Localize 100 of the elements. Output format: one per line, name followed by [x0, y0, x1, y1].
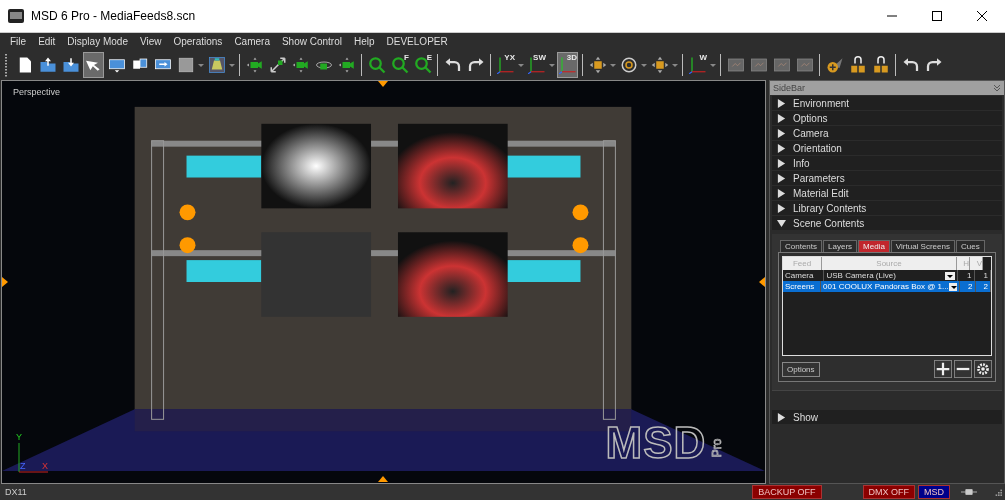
settings-icon[interactable]: [974, 360, 992, 378]
axis-label: Y: [16, 433, 22, 442]
table-cell: USB Camera (Live): [826, 270, 896, 281]
zoom-icon: [413, 56, 432, 74]
section-header[interactable]: Library Contents: [772, 201, 1002, 215]
menu-item[interactable]: Help: [354, 36, 375, 47]
camera-icon: [291, 56, 310, 74]
axis-icon: [496, 56, 515, 74]
edge-marker-icon[interactable]: [378, 81, 388, 87]
pointer-tool-button[interactable]: [83, 52, 104, 78]
monitor-icon: [107, 56, 126, 74]
collapse-icon[interactable]: [993, 84, 1001, 92]
section-header[interactable]: Options: [772, 111, 1002, 125]
menu-item[interactable]: Operations: [173, 36, 223, 47]
undo-icon: [443, 56, 462, 74]
sidebar-title: SideBar: [773, 83, 806, 93]
zoom-icon: [367, 56, 386, 74]
panel-tab[interactable]: Contents: [780, 240, 823, 252]
table-cell: 2: [975, 281, 991, 292]
zoom-tool-button[interactable]: E: [412, 52, 433, 78]
window-title: MSD 6 Pro - MediaFeeds8.scn: [31, 9, 196, 23]
menu-item[interactable]: Edit: [38, 36, 56, 47]
camera-icon: [245, 56, 264, 74]
toolbar-divider: [895, 54, 896, 76]
gizmo-icon: [588, 56, 607, 74]
panel-tab[interactable]: Virtual Screens: [890, 240, 955, 252]
menu-item[interactable]: View: [139, 36, 162, 47]
toolbar-divider: [819, 54, 820, 76]
folder-down-icon: [61, 56, 80, 74]
panel-icon: [749, 56, 768, 74]
plug-icon: [960, 488, 978, 496]
ring-icon: [619, 56, 638, 74]
axis-gizmo-icon: [18, 443, 48, 473]
toolbar-divider: [490, 54, 491, 76]
panel-tab[interactable]: Media: [858, 240, 890, 252]
edge-marker-icon[interactable]: [2, 277, 8, 287]
menu-item[interactable]: DEVELOPER: [386, 36, 448, 47]
section-header[interactable]: Parameters: [772, 171, 1002, 185]
status-badge[interactable]: BACKUP OFF: [752, 485, 822, 499]
maximize-icon[interactable]: [932, 11, 942, 21]
table-cell: 001 COOLUX Pandoras Box @ 1...: [823, 281, 949, 292]
axis-tool-button[interactable]: YX: [495, 52, 516, 78]
logo-text: MSD: [605, 421, 707, 465]
add-icon[interactable]: [934, 360, 952, 378]
menu-item[interactable]: File: [10, 36, 27, 47]
app-logo-icon: [8, 9, 24, 23]
toolbar-divider: [437, 54, 438, 76]
viewport-label: Perspective: [13, 87, 61, 97]
close-icon[interactable]: [977, 11, 987, 21]
axis-tool-button[interactable]: W: [687, 52, 708, 78]
axis-icon: [688, 56, 707, 74]
section-header[interactable]: Show: [772, 410, 1002, 424]
resize-grip-icon[interactable]: [994, 488, 1002, 496]
section-header[interactable]: Orientation: [772, 141, 1002, 155]
section-header[interactable]: Camera: [772, 126, 1002, 140]
redo-icon: [466, 56, 485, 74]
redo-icon: [924, 56, 943, 74]
panel-icon: [726, 56, 745, 74]
toolbar-divider: [239, 54, 240, 76]
remove-icon[interactable]: [954, 360, 972, 378]
undo-icon: [901, 56, 920, 74]
collapsed-arrow-icon: [777, 412, 786, 422]
axis-tool-button[interactable]: SW: [526, 52, 547, 78]
axis-icon: [558, 56, 577, 74]
expanded-arrow-icon: [777, 218, 786, 228]
table-cell: 2: [960, 281, 976, 292]
lens-icon: [825, 56, 844, 74]
status-badge[interactable]: DMX OFF: [862, 485, 915, 499]
axis-tool-button[interactable]: 3D: [557, 52, 578, 78]
section-header[interactable]: Scene Contents: [772, 216, 1002, 230]
gizmo-icon: [650, 56, 669, 74]
menu-item[interactable]: Camera: [234, 36, 270, 47]
options-button[interactable]: Options: [782, 361, 820, 377]
panel-tab[interactable]: Cues: [955, 240, 985, 252]
scale-icon: [268, 56, 287, 74]
toolbar-divider: [361, 54, 362, 76]
folder-up-icon: [38, 56, 57, 74]
section-header[interactable]: Environment: [772, 96, 1002, 110]
axis-icon: [527, 56, 546, 74]
renderer-label: DX11: [4, 487, 27, 497]
axis-label: X: [42, 462, 48, 471]
axis-label: Z: [20, 462, 26, 471]
toolbar-divider: [720, 54, 721, 76]
panel-tab[interactable]: Layers: [823, 240, 858, 252]
toolbar-divider: [682, 54, 683, 76]
square-icon: [176, 56, 195, 74]
status-badge[interactable]: MSD: [918, 485, 950, 499]
toolbar-divider: [582, 54, 583, 76]
logo-subtext: Pro: [710, 438, 725, 458]
lamp-icon: [207, 56, 226, 74]
zoom-tool-button[interactable]: F: [389, 52, 410, 78]
table-cell: Screens: [783, 281, 822, 292]
section-header[interactable]: Material Edit: [772, 186, 1002, 200]
panel-icon: [795, 56, 814, 74]
menu-item[interactable]: Show Control: [281, 36, 342, 47]
menu-item[interactable]: Display Mode: [67, 36, 128, 47]
camera-icon: [337, 56, 356, 74]
section-header[interactable]: Info: [772, 156, 1002, 170]
panel-icon: [772, 56, 791, 74]
zoom-icon: [390, 56, 409, 74]
